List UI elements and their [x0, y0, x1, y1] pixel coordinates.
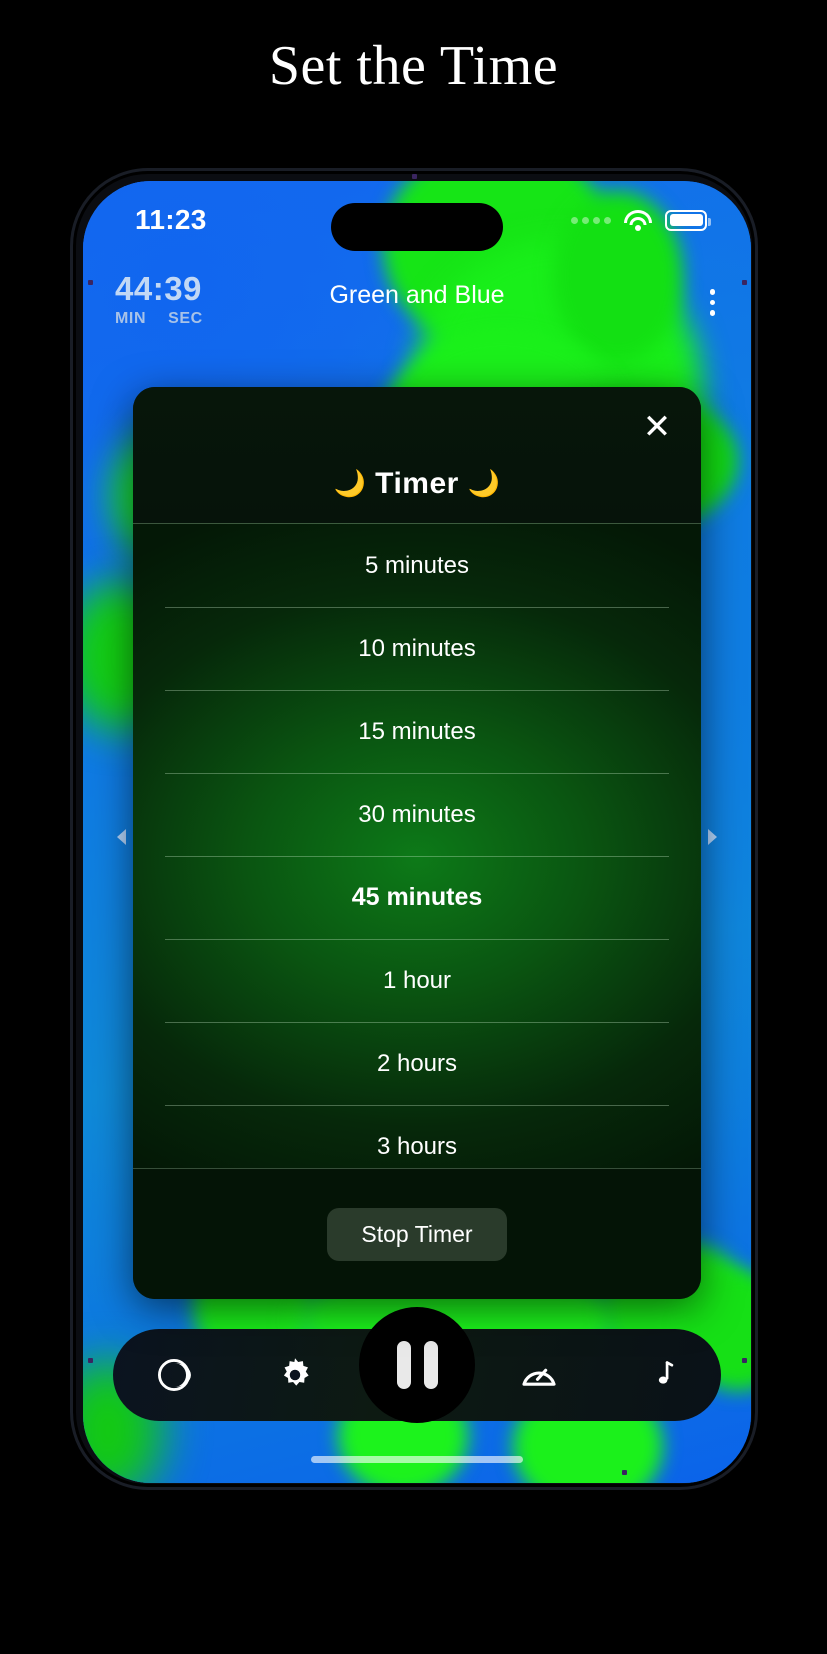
- timer-options-list[interactable]: 5 minutes 10 minutes 15 minutes 30 minut…: [133, 523, 701, 1168]
- moon-right-icon: 🌙: [467, 468, 501, 498]
- speed-gauge-icon[interactable]: [503, 1339, 575, 1411]
- status-indicators: [571, 209, 711, 231]
- frame-marker: [622, 1470, 627, 1475]
- elapsed-units: MIN SEC: [115, 310, 203, 328]
- sleep-timer-icon[interactable]: [138, 1339, 210, 1411]
- unit-min-label: MIN: [115, 310, 147, 327]
- unit-sec-label: SEC: [168, 310, 203, 327]
- timer-modal-footer: Stop Timer: [133, 1168, 701, 1299]
- brightness-icon[interactable]: [259, 1339, 331, 1411]
- timer-option[interactable]: 3 hours: [133, 1105, 701, 1168]
- timer-option[interactable]: 5 minutes: [133, 524, 701, 607]
- close-x-icon[interactable]: ✕: [637, 407, 677, 447]
- frame-marker: [742, 1358, 747, 1363]
- app-top-bar: 44:39 MIN SEC Green and Blue: [83, 271, 751, 347]
- frame-marker: [412, 174, 417, 179]
- track-title: Green and Blue: [329, 281, 505, 309]
- elapsed-time-value: 44:39: [115, 270, 202, 307]
- timer-option[interactable]: 1 hour: [133, 939, 701, 1022]
- page-title: Set the Time: [268, 35, 559, 97]
- home-indicator[interactable]: [311, 1456, 523, 1463]
- stop-timer-button[interactable]: Stop Timer: [327, 1207, 507, 1261]
- timer-option[interactable]: 30 minutes: [133, 773, 701, 856]
- kebab-menu-icon[interactable]: [702, 285, 724, 320]
- timer-option[interactable]: 2 hours: [133, 1022, 701, 1105]
- frame-marker: [88, 1358, 93, 1363]
- chevron-left-icon[interactable]: [117, 829, 126, 845]
- frame-marker: [88, 280, 93, 285]
- timer-title-text: Timer: [375, 467, 459, 500]
- frame-marker: [742, 280, 747, 285]
- cellular-dots-icon: [571, 216, 611, 224]
- phone-screen: 11:23 44:39 MIN SEC Green and Blue ✕ 🌙 T…: [83, 181, 751, 1483]
- moon-left-icon: 🌙: [333, 468, 367, 498]
- wifi-icon: [623, 209, 653, 231]
- timer-option[interactable]: 10 minutes: [133, 607, 701, 690]
- dynamic-island: [331, 203, 503, 251]
- elapsed-timer: 44:39 MIN SEC: [115, 271, 203, 328]
- status-clock: 11:23: [135, 204, 207, 235]
- pause-icon[interactable]: [359, 1307, 475, 1423]
- timer-modal: ✕ 🌙 Timer 🌙 5 minutes 10 minutes 15 minu…: [133, 387, 701, 1299]
- phone-frame: 11:23 44:39 MIN SEC Green and Blue ✕ 🌙 T…: [70, 168, 758, 1490]
- timer-option[interactable]: 15 minutes: [133, 690, 701, 773]
- timer-option-selected[interactable]: 45 minutes: [133, 856, 701, 939]
- timer-modal-title: 🌙 Timer 🌙: [133, 467, 701, 501]
- chevron-right-icon[interactable]: [708, 829, 717, 845]
- timer-modal-header: ✕ 🌙 Timer 🌙: [133, 387, 701, 523]
- music-note-icon[interactable]: [624, 1339, 696, 1411]
- battery-icon: [665, 209, 711, 231]
